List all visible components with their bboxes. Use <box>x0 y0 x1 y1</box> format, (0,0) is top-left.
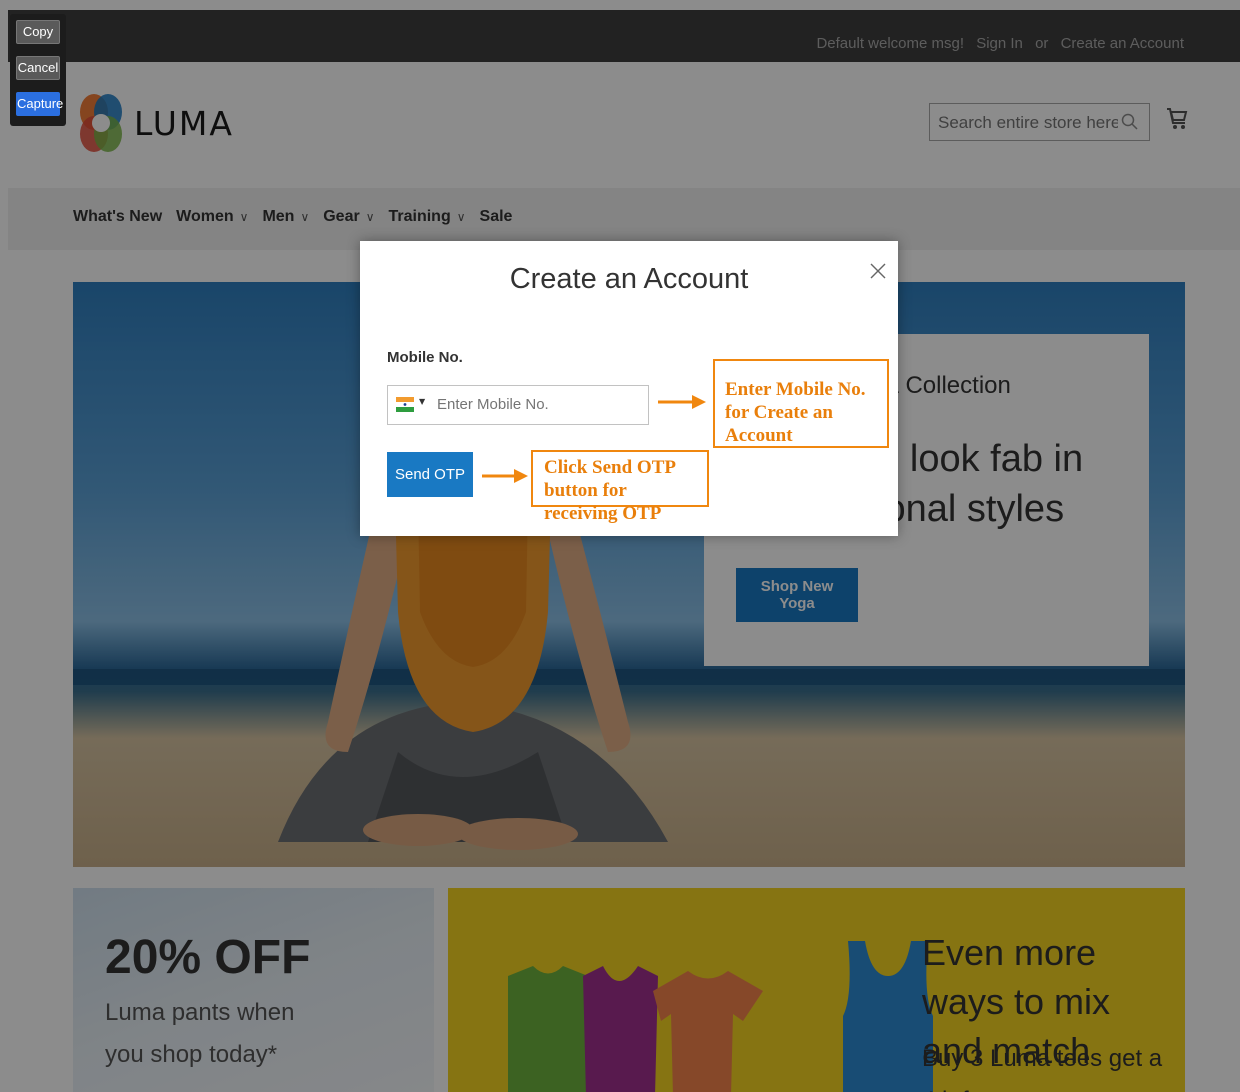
modal-title: Create an Account <box>509 263 749 295</box>
annotation-mobile-note: Enter Mobile No. for Create an Account <box>713 359 889 448</box>
mobile-number-input[interactable] <box>437 396 637 413</box>
annotation-otp-note: Click Send OTP button for receiving OTP <box>531 450 709 524</box>
country-dropdown-icon[interactable]: ▼ <box>419 397 425 406</box>
close-icon[interactable] <box>868 261 888 281</box>
capture-toolbar: Copy Cancel Capture <box>10 14 66 126</box>
mobile-field[interactable]: ▼ <box>387 385 649 425</box>
arrow-right-icon <box>658 395 706 409</box>
cancel-button[interactable]: Cancel <box>16 56 60 80</box>
capture-button[interactable]: Capture <box>16 92 63 116</box>
india-flag-icon[interactable] <box>396 397 414 412</box>
arrow-right-icon <box>482 469 528 483</box>
mobile-field-label: Mobile No. <box>387 349 463 366</box>
modal-overlay[interactable] <box>0 0 1240 1092</box>
copy-button[interactable]: Copy <box>16 20 60 44</box>
send-otp-button[interactable]: Send OTP <box>387 452 473 497</box>
page: Default welcome msg! Sign In or Create a… <box>0 0 1240 1092</box>
